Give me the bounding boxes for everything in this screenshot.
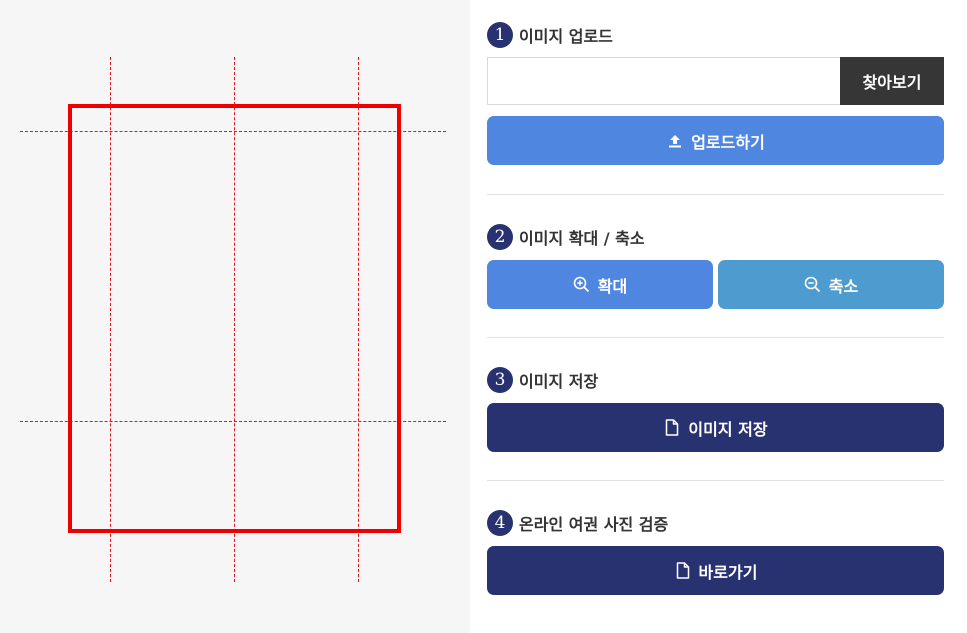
step-label: 이미지 저장 xyxy=(519,372,599,391)
save-section: 3 이미지 저장 이미지 저장 xyxy=(487,367,944,452)
file-picker: 찾아보기 xyxy=(487,57,944,105)
zoom-in-icon xyxy=(573,276,591,294)
zoom-out-label: 축소 xyxy=(828,276,859,296)
file-icon xyxy=(663,419,681,437)
step-number-badge: 1 xyxy=(487,22,513,48)
photo-frame[interactable] xyxy=(68,104,401,533)
zoom-out-button[interactable]: 축소 xyxy=(718,260,944,309)
zoom-in-button[interactable]: 확대 xyxy=(487,260,713,309)
zoom-button-group: 확대 축소 xyxy=(487,260,944,309)
upload-button-label: 업로드하기 xyxy=(691,132,765,152)
upload-section: 1 이미지 업로드 찾아보기 업로드하기 xyxy=(487,22,944,165)
step-title: 1 이미지 업로드 xyxy=(487,22,944,48)
step-title: 4 온라인 여권 사진 검증 xyxy=(487,510,944,536)
zoom-in-label: 확대 xyxy=(597,276,628,296)
file-icon xyxy=(674,562,692,580)
go-verify-label: 바로가기 xyxy=(698,562,758,582)
section-divider xyxy=(487,480,944,481)
file-path-input[interactable] xyxy=(487,57,840,105)
zoom-out-icon xyxy=(804,276,822,294)
step-label: 이미지 업로드 xyxy=(519,27,613,46)
save-image-label: 이미지 저장 xyxy=(688,419,768,439)
section-divider xyxy=(487,337,944,338)
step-number-badge: 2 xyxy=(487,224,513,250)
section-divider xyxy=(487,194,944,195)
upload-button[interactable]: 업로드하기 xyxy=(487,116,944,165)
go-verify-button[interactable]: 바로가기 xyxy=(487,546,944,595)
control-panel: 1 이미지 업로드 찾아보기 업로드하기 2 이미지 확대 / 축소 확대 축소… xyxy=(487,0,944,633)
zoom-section: 2 이미지 확대 / 축소 확대 축소 xyxy=(487,224,944,309)
step-label: 온라인 여권 사진 검증 xyxy=(519,515,669,534)
upload-icon xyxy=(666,132,684,150)
step-number-badge: 4 xyxy=(487,510,513,536)
verify-section: 4 온라인 여권 사진 검증 바로가기 xyxy=(487,510,944,595)
step-number-badge: 3 xyxy=(487,367,513,393)
step-title: 3 이미지 저장 xyxy=(487,367,944,393)
photo-canvas[interactable] xyxy=(0,0,470,633)
step-label: 이미지 확대 / 축소 xyxy=(519,229,645,248)
browse-button[interactable]: 찾아보기 xyxy=(840,57,944,105)
step-title: 2 이미지 확대 / 축소 xyxy=(487,224,944,250)
save-image-button[interactable]: 이미지 저장 xyxy=(487,403,944,452)
